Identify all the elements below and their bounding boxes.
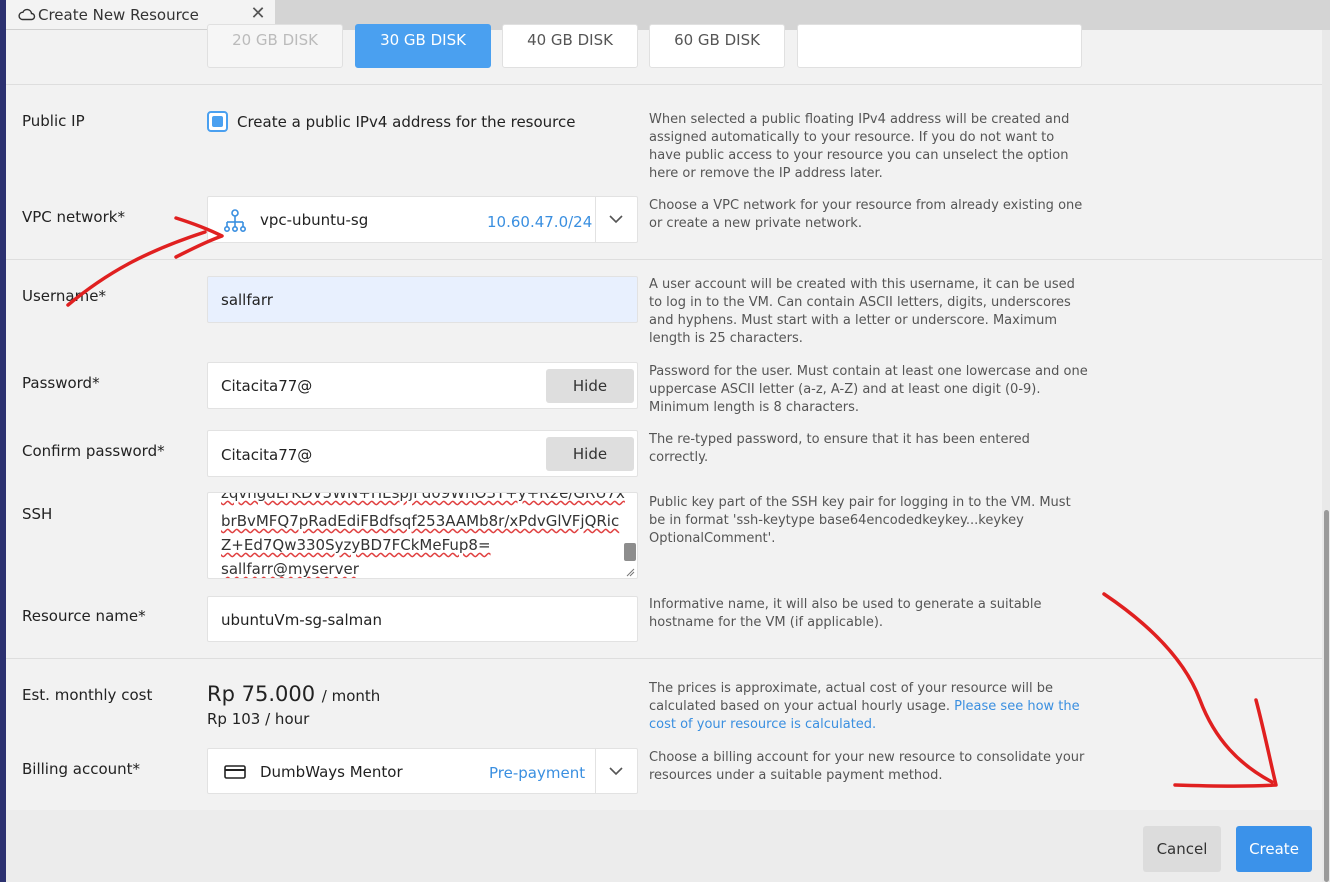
billing-account-select[interactable]: DumbWays Mentor Pre-payment <box>207 748 638 794</box>
left-border <box>0 0 6 882</box>
hourly-cost: Rp 103 / hour <box>207 710 310 728</box>
ssh-line: brBvMFQ7pRadEdiFBdfsqf253AAMb8r/xPdvGlVF… <box>221 512 620 530</box>
password-label: Password* <box>22 374 100 392</box>
vpc-network-label: VPC network* <box>22 208 125 226</box>
cost-label: Est. monthly cost <box>22 686 153 704</box>
resource-name-value: ubuntuVm-sg-salman <box>221 611 382 629</box>
cloud-icon <box>18 8 36 21</box>
confirm-password-hide-button[interactable]: Hide <box>546 437 634 471</box>
monthly-cost-unit: / month <box>321 687 381 705</box>
vpc-network-select[interactable]: vpc-ubuntu-sg 10.60.47.0/24 <box>207 196 638 243</box>
billing-account-label: Billing account* <box>22 760 141 778</box>
password-value: Citacita77@ <box>221 377 313 395</box>
credit-card-icon <box>224 765 246 779</box>
ssh-line: zqvhgdLTKDV5WN+HEspjFd09WhO3T+y+R2e/GRU7… <box>221 492 625 502</box>
resource-name-help: Informative name, it will also be used t… <box>649 597 1042 630</box>
disk-option-custom[interactable] <box>797 24 1082 68</box>
ssh-label: SSH <box>22 505 53 523</box>
create-button[interactable]: Create <box>1236 826 1312 872</box>
billing-type: Pre-payment <box>489 764 586 782</box>
select-divider <box>595 197 596 242</box>
password-input[interactable]: Citacita77@ Hide <box>207 362 638 409</box>
disk-option-40gb[interactable]: 40 GB DISK <box>502 24 638 68</box>
confirm-password-label: Confirm password* <box>22 442 165 460</box>
annotation-arrow-create <box>1102 592 1274 784</box>
ssh-line: Z+Ed7Qw330SyzyBD7FCkMeFup8= sallfarr@mys… <box>221 536 491 578</box>
disk-option-60gb[interactable]: 60 GB DISK <box>649 24 785 68</box>
billing-account-help: Choose a billing account for your new re… <box>649 750 1085 783</box>
cost-help: The prices is approximate, actual cost o… <box>649 680 1089 734</box>
username-value: sallfarr <box>221 291 273 309</box>
ssh-textarea[interactable]: zqvhgdLTKDV5WN+HEspjFd09WhO3T+y+R2e/GRU7… <box>207 492 638 579</box>
password-help: Password for the user. Must contain at l… <box>649 364 1088 415</box>
confirm-password-input[interactable]: Citacita77@ Hide <box>207 430 638 477</box>
vpc-network-value: vpc-ubuntu-sg <box>260 211 369 229</box>
network-icon <box>224 209 246 232</box>
scrollbar-thumb[interactable] <box>1324 510 1329 882</box>
monthly-cost-value: Rp 75.000 <box>207 682 316 706</box>
tab-title: Create New Resource <box>38 6 199 24</box>
username-help: A user account will be created with this… <box>649 277 1075 346</box>
vpc-cidr: 10.60.47.0/24 <box>487 213 593 231</box>
disk-option-30gb[interactable]: 30 GB DISK <box>355 24 491 68</box>
dialog-footer <box>6 810 1322 882</box>
section-divider <box>6 84 1322 85</box>
username-input[interactable]: sallfarr <box>207 276 638 323</box>
vpc-network-help: Choose a VPC network for your resource f… <box>649 198 1083 231</box>
public-ip-label: Public IP <box>22 112 85 130</box>
close-icon[interactable]: ✕ <box>246 2 270 26</box>
confirm-password-value: Citacita77@ <box>221 446 313 464</box>
public-ip-checkbox[interactable] <box>207 111 228 132</box>
disk-option-20gb[interactable]: 20 GB DISK <box>207 24 343 68</box>
public-ip-checkbox-label[interactable]: Create a public IPv4 address for the res… <box>237 113 575 131</box>
resource-name-input[interactable]: ubuntuVm-sg-salman <box>207 596 638 642</box>
annotation-arrowhead-create <box>1173 698 1278 788</box>
resize-handle-icon[interactable] <box>625 567 635 577</box>
select-divider <box>595 749 596 793</box>
username-label: Username* <box>22 287 106 305</box>
ssh-help: Public key part of the SSH key pair for … <box>649 495 1071 546</box>
chevron-down-icon[interactable] <box>608 211 624 227</box>
resource-name-label: Resource name* <box>22 607 146 625</box>
billing-account-value: DumbWays Mentor <box>260 763 403 781</box>
section-divider <box>6 259 1322 260</box>
public-ip-help: When selected a public floating IPv4 add… <box>649 112 1070 181</box>
chevron-down-icon[interactable] <box>608 763 624 779</box>
confirm-password-help: The re-typed password, to ensure that it… <box>649 432 1030 465</box>
cancel-button[interactable]: Cancel <box>1143 826 1221 872</box>
password-hide-button[interactable]: Hide <box>546 369 634 403</box>
section-divider <box>6 658 1322 659</box>
ssh-scrollbar[interactable] <box>624 543 636 561</box>
monthly-cost: Rp 75.000 / month <box>207 682 380 706</box>
